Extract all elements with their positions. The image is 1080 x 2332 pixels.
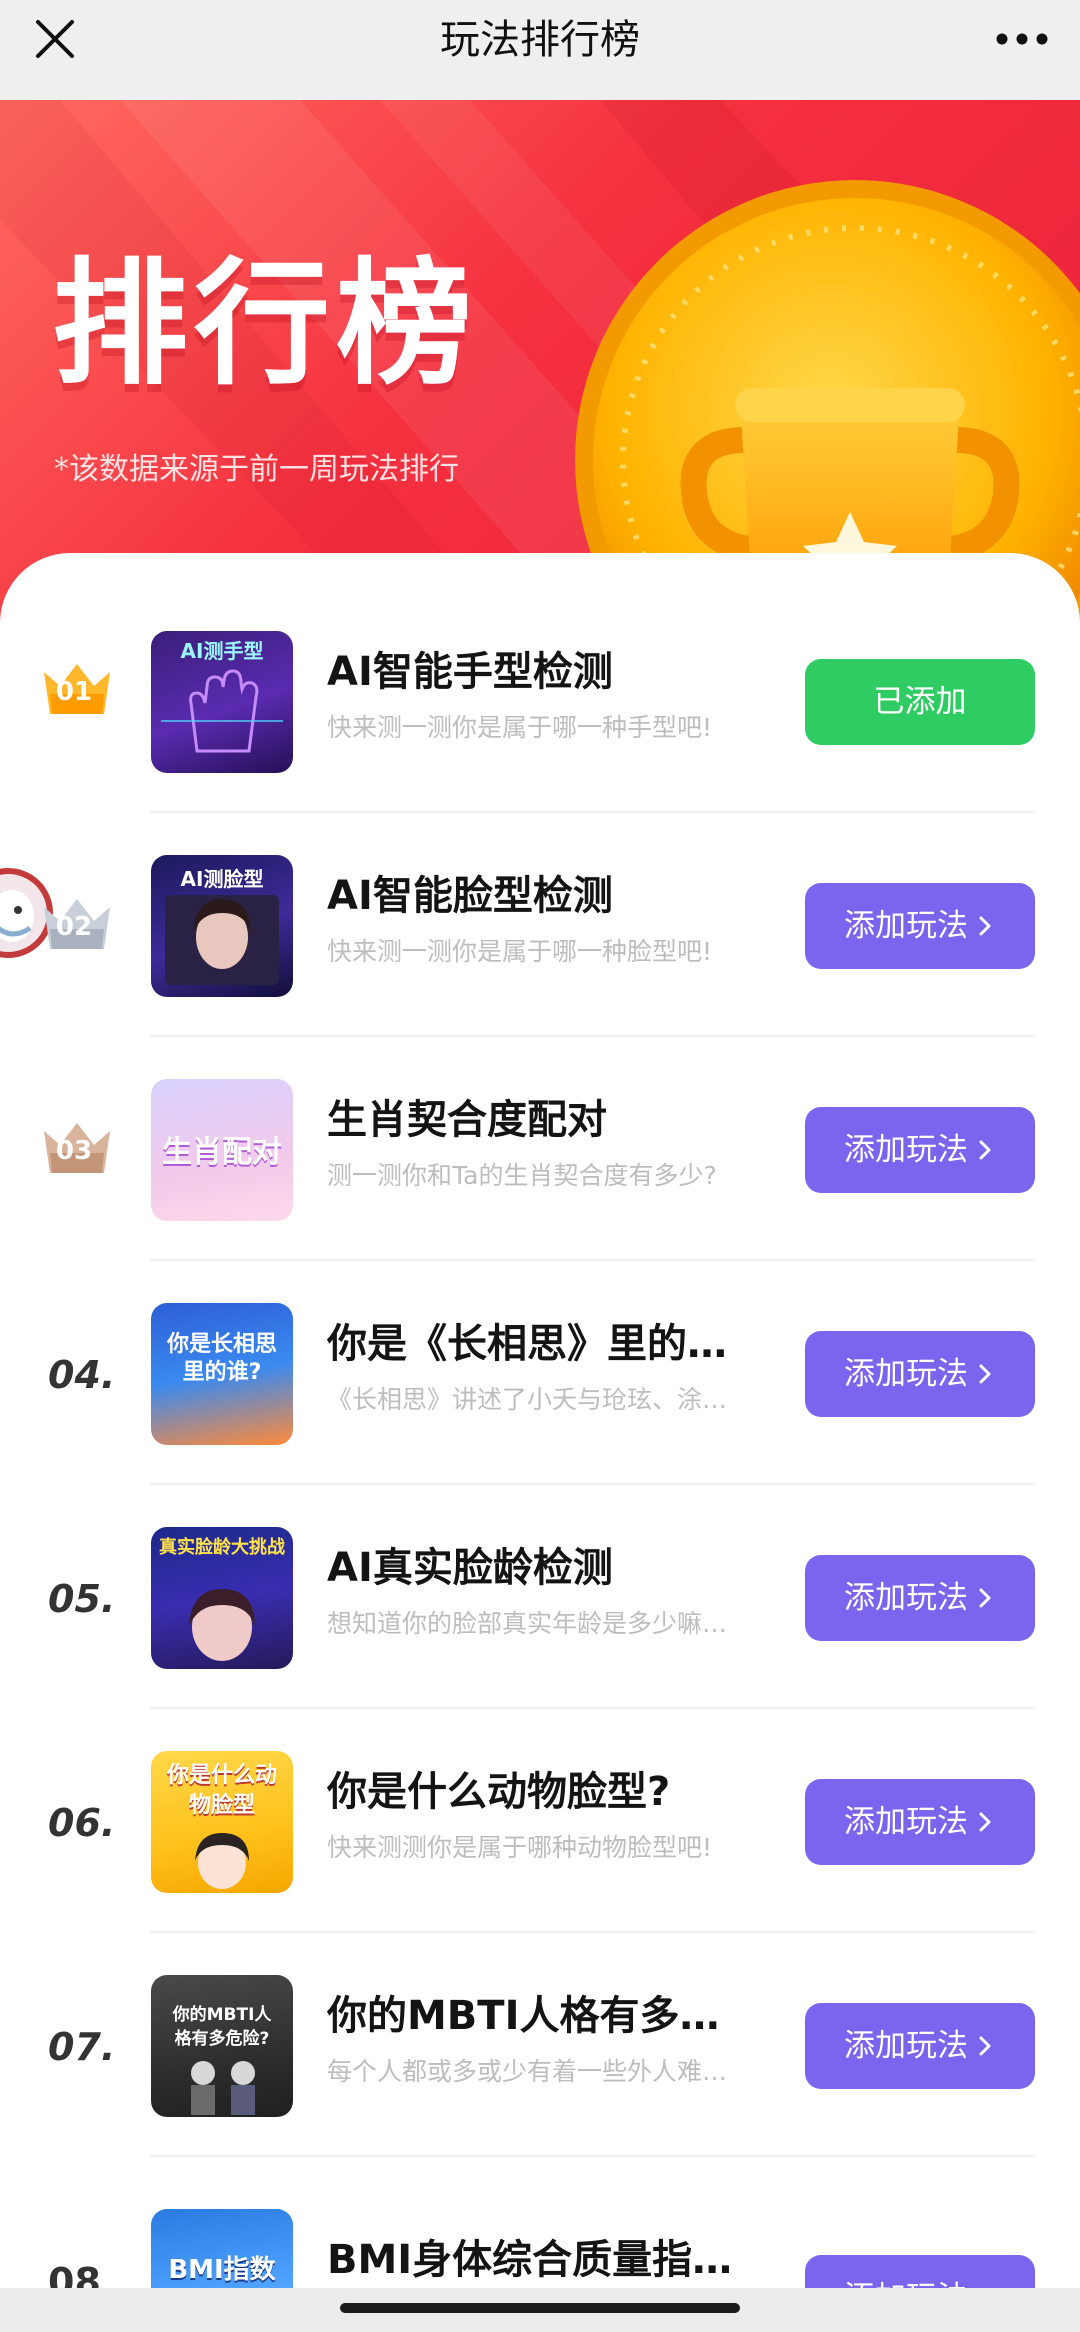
arrow-right-icon xyxy=(979,916,991,936)
item-description: 想知道你的脸部真实年龄是多少嘛… xyxy=(327,1609,728,1638)
item-title: AI真实脸龄检测 xyxy=(327,1545,613,1591)
item-title: 生肖契合度配对 xyxy=(327,1097,607,1143)
add-button[interactable]: 添加玩法 xyxy=(805,1331,1035,1417)
ranking-list: 01 AI测手型 AI智能手型检测 快来测一测你是属于哪一种手型吧! 已添加 0… xyxy=(0,553,1080,2332)
top-nav-bar: 玩法排行榜 xyxy=(0,0,1080,100)
list-item[interactable]: 06. 你是什么动物脸型 你是什么动物脸型? 快来测测你是属于哪种动物脸型吧! … xyxy=(0,1709,1080,1933)
thumbnail-image: 你是什么动物脸型 xyxy=(151,1751,293,1893)
rank-number: 04. xyxy=(48,1353,116,1397)
list-item[interactable]: 03 生肖配对 生肖契合度配对 测一测你和Ta的生肖契合度有多少? 添加玩法 xyxy=(0,1037,1080,1261)
hero-banner: 排行榜 *该数据来源于前一周玩法排行 xyxy=(0,100,1080,620)
thumbnail-image: AI测脸型 xyxy=(151,855,293,997)
button-label: 添加玩法 xyxy=(844,1804,968,1840)
add-button[interactable]: 添加玩法 xyxy=(805,1107,1035,1193)
list-item[interactable]: 02 AI测脸型 AI智能脸型检测 快来测一测你是属于哪一种脸型吧! 添加玩法 xyxy=(0,813,1080,1037)
rank-number: 01 xyxy=(55,677,93,707)
trophy-coin-icon xyxy=(565,160,1080,620)
item-description: 快来测一测你是属于哪一种手型吧! xyxy=(327,713,713,742)
list-item[interactable]: 04. 你是长相思里的谁? 你是《长相思》里的… 《长相思》讲述了小夭与玱玹、涂… xyxy=(0,1261,1080,1485)
item-title: 你的MBTI人格有多… xyxy=(327,1993,720,2039)
add-button[interactable]: 添加玩法 xyxy=(805,1779,1035,1865)
item-description: 每个人都或多或少有着一些外人难… xyxy=(327,2057,728,2086)
arrow-right-icon xyxy=(979,2036,991,2056)
button-label: 添加玩法 xyxy=(844,2028,968,2064)
add-button[interactable]: 添加玩法 xyxy=(805,883,1035,969)
arrow-right-icon xyxy=(979,1812,991,1832)
rank-number: 03 xyxy=(55,1136,93,1166)
item-title: BMI身体综合质量指… xyxy=(327,2237,733,2283)
arrow-right-icon xyxy=(979,1140,991,1160)
rank-number: 06. xyxy=(48,1801,116,1845)
thumbnail-image: 生肖配对 xyxy=(151,1079,293,1221)
button-label: 添加玩法 xyxy=(844,1356,968,1392)
item-description: 快来测测你是属于哪种动物脸型吧! xyxy=(327,1833,713,1862)
button-label: 添加玩法 xyxy=(844,908,968,944)
rank-number: 07. xyxy=(48,2025,116,2069)
home-indicator[interactable] xyxy=(340,2303,740,2313)
item-description: 测一测你和Ta的生肖契合度有多少? xyxy=(327,1161,717,1190)
thumbnail-image: 真实脸龄大挑战 xyxy=(151,1527,293,1669)
banner-subtitle: *该数据来源于前一周玩法排行 xyxy=(54,452,459,487)
button-label: 已添加 xyxy=(873,684,967,720)
arrow-right-icon xyxy=(979,1588,991,1608)
item-title: AI智能脸型检测 xyxy=(327,873,613,919)
item-description: 《长相思》讲述了小夭与玱玹、涂… xyxy=(327,1385,728,1414)
list-item[interactable]: 01 AI测手型 AI智能手型检测 快来测一测你是属于哪一种手型吧! 已添加 xyxy=(0,589,1080,813)
added-button[interactable]: 已添加 xyxy=(805,659,1035,745)
item-title: 你是什么动物脸型? xyxy=(327,1769,671,1815)
item-title: AI智能手型检测 xyxy=(327,649,613,695)
add-button[interactable]: 添加玩法 xyxy=(805,2003,1035,2089)
thumbnail-image: AI测手型 xyxy=(151,631,293,773)
button-label: 添加玩法 xyxy=(844,1132,968,1168)
add-button[interactable]: 添加玩法 xyxy=(805,1555,1035,1641)
list-item[interactable]: 07. 你的MBTI人格有多危险? 你的MBTI人格有多… 每个人都或多或少有着… xyxy=(0,1933,1080,2157)
thumbnail-image: 你的MBTI人格有多危险? xyxy=(151,1975,293,2117)
item-description: 快来测一测你是属于哪一种脸型吧! xyxy=(327,937,713,966)
more-dots-icon[interactable] xyxy=(990,14,1054,64)
list-item[interactable]: 05. 真实脸龄大挑战 AI真实脸龄检测 想知道你的脸部真实年龄是多少嘛… 添加… xyxy=(0,1485,1080,1709)
rank-number: 05. xyxy=(48,1577,116,1621)
item-title: 你是《长相思》里的… xyxy=(327,1321,727,1367)
button-label: 添加玩法 xyxy=(844,1580,968,1616)
banner-title: 排行榜 xyxy=(52,246,478,404)
rank-number: 02 xyxy=(55,912,93,942)
arrow-right-icon xyxy=(979,1364,991,1384)
thumbnail-image: 你是长相思里的谁? xyxy=(151,1303,293,1445)
page-title: 玩法排行榜 xyxy=(440,17,640,63)
